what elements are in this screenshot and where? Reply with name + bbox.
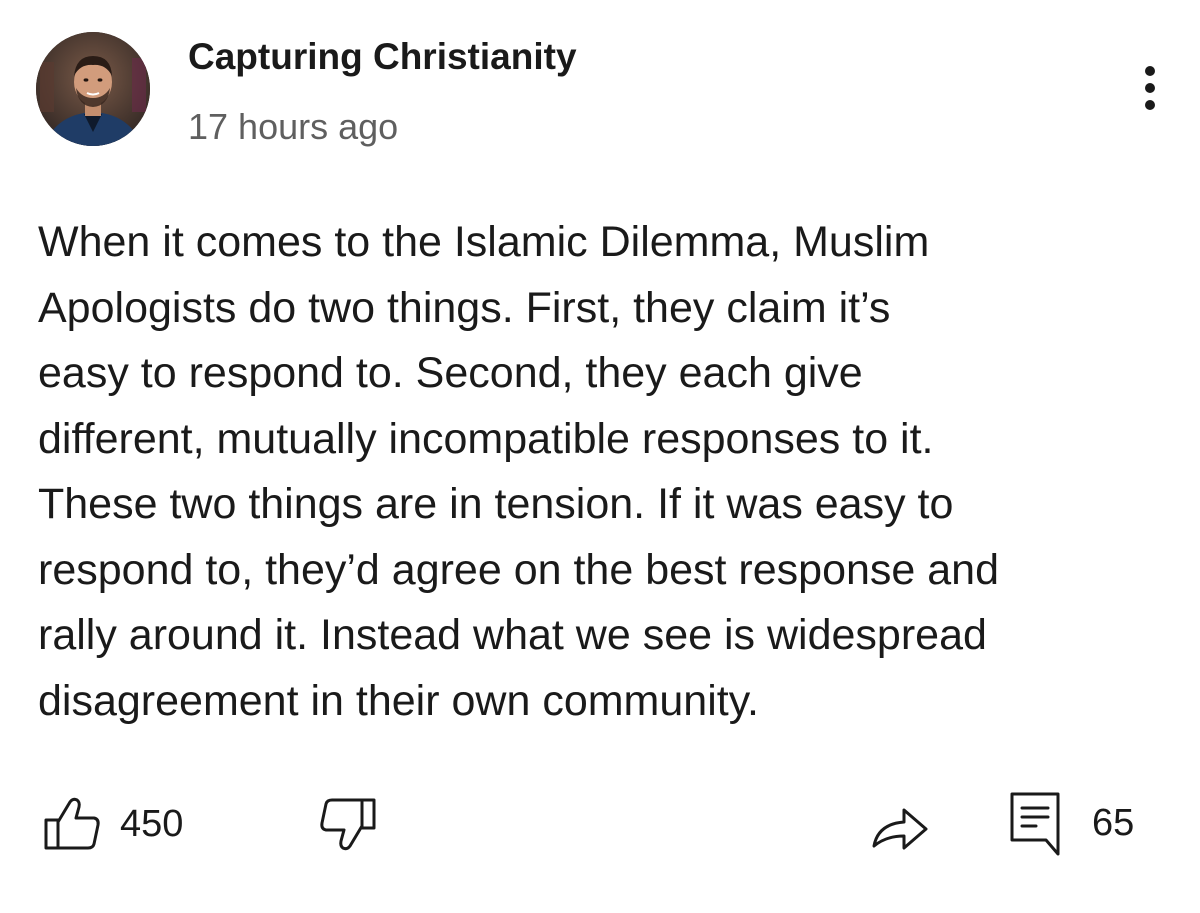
- comment-count: 65: [1092, 801, 1135, 844]
- post-body-line: disagreement in their own community.: [38, 676, 759, 725]
- like-button[interactable]: 450: [40, 792, 183, 856]
- post-body-line: When it comes to the Islamic Dilemma, Mu…: [38, 218, 930, 266]
- post-body: When it comes to the Islamic Dilemma, Mu…: [38, 210, 1168, 734]
- post-timestamp: 17 hours ago: [188, 106, 399, 147]
- channel-name[interactable]: Capturing Christianity: [188, 36, 577, 78]
- thumbs-up-icon: [40, 792, 104, 856]
- share-arrow-icon: [866, 792, 932, 856]
- more-options-icon[interactable]: [1130, 58, 1170, 118]
- post-body-line: easy to respond to. Second, they each gi…: [38, 349, 863, 397]
- avatar[interactable]: [36, 32, 150, 146]
- post-body-line: respond to, they’d agree on the best res…: [38, 545, 1000, 594]
- like-count: 450: [120, 802, 184, 845]
- dislike-button[interactable]: [316, 792, 380, 856]
- comment-icon: [1006, 788, 1064, 858]
- post-body-line: different, mutually incompatible respons…: [38, 414, 934, 463]
- thumbs-down-icon: [316, 792, 380, 856]
- comments-button[interactable]: 65: [1006, 788, 1134, 858]
- post-body-line: Apologists do two things. First, they cl…: [38, 283, 891, 332]
- post-body-line: These two things are in tension. If it w…: [38, 480, 954, 528]
- share-button[interactable]: [866, 792, 932, 856]
- post-body-line: rally around it. Instead what we see is …: [38, 611, 987, 659]
